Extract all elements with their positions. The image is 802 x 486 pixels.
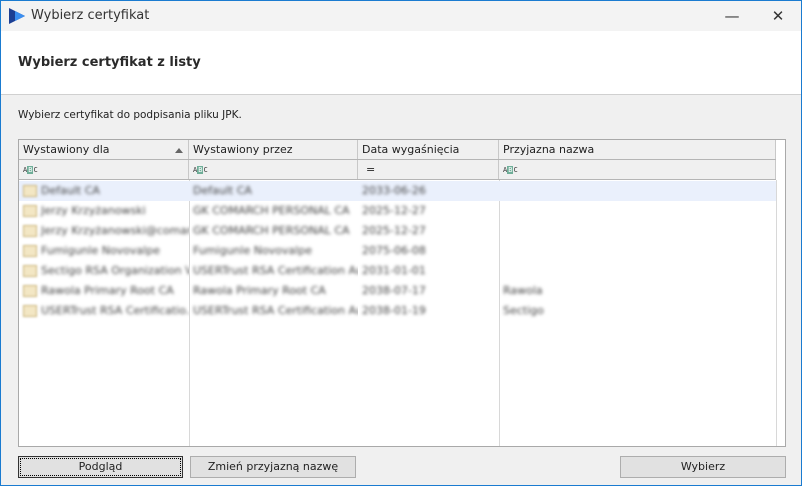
cell-text: Rawola Primary Root CA <box>193 284 326 297</box>
filter-issued-to[interactable]: ABC <box>19 160 189 179</box>
table-row[interactable]: Default CA Default CA 2033-06-26 <box>19 181 776 201</box>
cell-text: 2033-06-26 <box>362 184 426 197</box>
sort-ascending-icon <box>175 148 183 153</box>
cell-text: Default CA <box>193 184 252 197</box>
cell-expiry-date: 2038-01-19 <box>358 301 499 321</box>
certificate-icon <box>23 285 37 297</box>
cell-issued-by: Fumigunle Novovalpe <box>189 241 358 261</box>
cell-issued-to: Sectigo RSA Organization V... <box>19 261 189 281</box>
column-header-issued-to[interactable]: Wystawiony dla <box>19 140 189 159</box>
table-row[interactable]: Jerzy Krzyżanowski@comarch.pl GK COMARCH … <box>19 221 776 241</box>
cell-text: Jerzy Krzyżanowski@comarch.pl <box>41 224 189 237</box>
cell-text: 2038-07-17 <box>362 284 426 297</box>
column-divider <box>776 180 777 446</box>
table-row[interactable]: Fumigunle Novovalpe Fumigunle Novovalpe 20… <box>19 241 776 261</box>
cell-text: Rawola <box>503 284 543 297</box>
cell-friendly-name <box>499 201 776 221</box>
cell-issued-by: Rawola Primary Root CA <box>189 281 358 301</box>
cell-issued-by: Default CA <box>189 181 358 201</box>
cell-text: GK COMARCH PERSONAL CA <box>193 224 350 237</box>
cell-friendly-name <box>499 181 776 201</box>
certificate-icon <box>23 305 37 317</box>
cell-expiry-date: 2025-12-27 <box>358 221 499 241</box>
cell-text: 2075-06-08 <box>362 244 426 257</box>
app-logo-icon <box>9 8 25 24</box>
cell-expiry-date: 2031-01-01 <box>358 261 499 281</box>
select-button[interactable]: Wybierz <box>620 456 786 478</box>
certificate-icon <box>23 245 37 257</box>
cell-text: Rawola Primary Root CA <box>41 284 174 297</box>
cell-text: USERTrust RSA Certificatio... <box>41 304 189 317</box>
cell-issued-to: Jerzy Krzyżanowski <box>19 201 189 221</box>
header-panel: Wybierz certyfikat z listy <box>1 31 801 95</box>
cell-expiry-date: 2075-06-08 <box>358 241 499 261</box>
cell-text: GK COMARCH PERSONAL CA <box>193 204 350 217</box>
filter-row: ABC ABC = ABC <box>19 160 776 180</box>
description: Wybierz certyfikat do podpisania pliku J… <box>18 109 242 121</box>
cell-issued-by: GK COMARCH PERSONAL CA <box>189 201 358 221</box>
column-header-friendly-name[interactable]: Przyjazna nazwa <box>499 140 776 159</box>
filter-friendly-name[interactable]: ABC <box>499 160 776 179</box>
certificate-dialog: Wybierz certyfikat — ✕ Wybierz certyfika… <box>0 0 802 486</box>
cell-issued-to: Rawola Primary Root CA <box>19 281 189 301</box>
cell-friendly-name: Sectigo <box>499 301 776 321</box>
cell-expiry-date: 2033-06-26 <box>358 181 499 201</box>
table-row[interactable]: Rawola Primary Root CA Rawola Primary Roo… <box>19 281 776 301</box>
cell-issued-by: USERTrust RSA Certification Au... <box>189 261 358 281</box>
table-row[interactable]: USERTrust RSA Certificatio... USERTrust R… <box>19 301 776 321</box>
cell-issued-by: GK COMARCH PERSONAL CA <box>189 221 358 241</box>
cell-text: Jerzy Krzyżanowski <box>41 204 146 217</box>
column-header-expiry-date[interactable]: Data wygaśnięcia <box>358 140 499 159</box>
cell-issued-to: Jerzy Krzyżanowski@comarch.pl <box>19 221 189 241</box>
cell-issued-to: USERTrust RSA Certificatio... <box>19 301 189 321</box>
cell-friendly-name <box>499 221 776 241</box>
cell-friendly-name: Rawola <box>499 281 776 301</box>
filter-expiry-date[interactable]: = <box>358 160 499 179</box>
cell-expiry-date: 2038-07-17 <box>358 281 499 301</box>
title-bar: Wybierz certyfikat — ✕ <box>1 1 801 31</box>
cell-expiry-date: 2025-12-27 <box>358 201 499 221</box>
certificate-grid: Wystawiony dla Wystawiony przez Data wyg… <box>18 139 786 447</box>
table-row[interactable]: Jerzy Krzyżanowski GK COMARCH PERSONAL CA… <box>19 201 776 221</box>
close-button[interactable]: ✕ <box>755 1 801 31</box>
cell-friendly-name <box>499 241 776 261</box>
certificate-icon <box>23 265 37 277</box>
cell-text: 2031-01-01 <box>362 264 426 277</box>
certificate-icon <box>23 225 37 237</box>
cell-issued-to: Default CA <box>19 181 189 201</box>
preview-button[interactable]: Podgląd <box>18 456 183 478</box>
grid-header: Wystawiony dla Wystawiony przez Data wyg… <box>19 140 776 160</box>
cell-text: Default CA <box>41 184 100 197</box>
cell-text: Fumigunle Novovalpe <box>193 244 312 257</box>
certificate-icon <box>23 185 37 197</box>
cell-text: 2025-12-27 <box>362 224 426 237</box>
minimize-icon: — <box>724 7 740 25</box>
table-row[interactable]: Sectigo RSA Organization V... USERTrust R… <box>19 261 776 281</box>
filter-issued-by[interactable]: ABC <box>189 160 358 179</box>
certificate-icon <box>23 205 37 217</box>
cell-text: Sectigo <box>503 304 544 317</box>
cell-friendly-name <box>499 261 776 281</box>
cell-text: 2025-12-27 <box>362 204 426 217</box>
cell-text: Fumigunle Novovalpe <box>41 244 160 257</box>
cell-text: Sectigo RSA Organization V... <box>41 264 189 277</box>
close-icon: ✕ <box>771 7 785 25</box>
rename-button[interactable]: Zmień przyjazną nazwę <box>190 456 356 478</box>
window-title: Wybierz certyfikat <box>31 8 150 23</box>
minimize-button[interactable]: — <box>709 1 755 31</box>
column-header-issued-by[interactable]: Wystawiony przez <box>189 140 358 159</box>
cell-text: USERTrust RSA Certification Au... <box>193 304 358 317</box>
page-title: Wybierz certyfikat z listy <box>18 55 201 70</box>
cell-text: 2038-01-19 <box>362 304 426 317</box>
cell-issued-by: USERTrust RSA Certification Au... <box>189 301 358 321</box>
cell-text: USERTrust RSA Certification Au... <box>193 264 358 277</box>
cell-issued-to: Fumigunle Novovalpe <box>19 241 189 261</box>
